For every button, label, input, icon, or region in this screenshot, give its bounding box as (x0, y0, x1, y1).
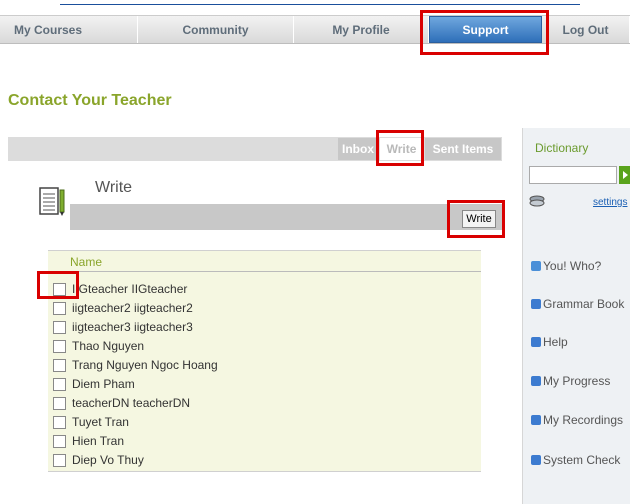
list-item: IIGteacher IIGteacher (53, 280, 187, 298)
main-nav: My Courses Community My Profile Support … (0, 15, 630, 44)
dictionary-search-input[interactable] (529, 166, 617, 184)
recipient-name: iigteacher3 iigteacher3 (72, 320, 193, 334)
recipient-name: IIGteacher IIGteacher (72, 282, 188, 296)
sidebar-link-label: You! Who? (543, 259, 602, 273)
recipient-checkbox[interactable] (53, 396, 66, 410)
sidebar-link-you-who[interactable]: You! Who? (531, 258, 601, 274)
recipient-name: iigteacher2 iigteacher2 (72, 301, 193, 315)
sidebar-link-label: Help (543, 335, 568, 349)
nav-community[interactable]: Community (138, 16, 294, 43)
recipient-name: Thao Nguyen (72, 339, 145, 353)
notepad-pen-icon (39, 187, 67, 222)
book-icon (531, 299, 541, 309)
sidebar: Dictionary settings You! Who? Grammar Bo… (522, 128, 630, 504)
list-item: iigteacher2 iigteacher2 (53, 299, 193, 317)
recipient-checkbox[interactable] (53, 339, 66, 353)
sidebar-link-help[interactable]: Help (531, 334, 568, 350)
recording-icon (531, 415, 541, 425)
question-icon (531, 337, 541, 347)
recipient-checkbox[interactable] (53, 434, 66, 448)
download-icon (531, 455, 541, 465)
arrow-right-icon[interactable] (619, 166, 630, 184)
book-stack-icon (529, 194, 545, 212)
recipient-name: Tuyet Tran (72, 415, 129, 429)
chart-icon (531, 376, 541, 386)
list-item: iigteacher3 iigteacher3 (53, 318, 193, 336)
tab-inbox[interactable]: Inbox (338, 138, 378, 160)
recipient-name: Trang Nguyen Ngoc Hoang (72, 358, 218, 372)
list-item: Tuyet Tran (53, 413, 129, 431)
speech-bubble-icon (531, 261, 541, 271)
dictionary-title: Dictionary (535, 141, 589, 155)
recipient-checkbox[interactable] (53, 320, 66, 334)
write-toolbar (70, 204, 502, 230)
sidebar-link-my-progress[interactable]: My Progress (531, 373, 610, 389)
column-header-name: Name (70, 255, 103, 269)
nav-my-courses[interactable]: My Courses (0, 16, 138, 43)
sidebar-link-my-recordings[interactable]: My Recordings (531, 412, 623, 428)
sidebar-link-label: Grammar Book (543, 297, 625, 311)
divider (48, 271, 481, 272)
recipient-list: Name IIGteacher IIGteacher iigteacher2 i… (48, 250, 481, 472)
list-item: Trang Nguyen Ngoc Hoang (53, 356, 218, 374)
recipient-checkbox[interactable] (53, 453, 66, 467)
page-title: Contact Your Teacher (8, 92, 172, 109)
recipient-checkbox[interactable] (53, 415, 66, 429)
settings-link[interactable]: settings (593, 197, 627, 208)
recipient-name: Diep Vo Thuy (72, 453, 144, 467)
header-line (60, 4, 580, 5)
write-button[interactable]: Write (462, 210, 496, 228)
list-item: Hien Tran (53, 432, 124, 450)
sidebar-link-label: My Recordings (543, 413, 624, 427)
nav-my-profile[interactable]: My Profile (294, 16, 429, 43)
sidebar-link-label: My Progress (543, 374, 611, 388)
sidebar-link-grammar-book[interactable]: Grammar Book (531, 296, 624, 312)
mail-tabs-bar: Inbox Write Sent Items (8, 137, 502, 161)
write-heading: Write (95, 179, 133, 196)
recipient-checkbox[interactable] (53, 301, 66, 315)
recipient-name: Diem Pham (72, 377, 135, 391)
tab-sent-items[interactable]: Sent Items (425, 138, 501, 160)
list-item: Thao Nguyen (53, 337, 144, 355)
recipient-checkbox[interactable] (53, 282, 66, 296)
list-item: Diem Pham (53, 375, 135, 393)
nav-log-out[interactable]: Log Out (542, 16, 630, 43)
nav-support[interactable]: Support (429, 16, 542, 43)
recipient-name: Hien Tran (72, 434, 125, 448)
list-item: teacherDN teacherDN (53, 394, 190, 412)
tab-write[interactable]: Write (380, 138, 423, 160)
list-item: Diep Vo Thuy (53, 451, 144, 469)
recipient-checkbox[interactable] (53, 358, 66, 372)
sidebar-link-label: System Check (543, 453, 621, 467)
sidebar-link-system-check[interactable]: System Check (531, 452, 620, 468)
recipient-checkbox[interactable] (53, 377, 66, 391)
recipient-name: teacherDN teacherDN (72, 396, 191, 410)
